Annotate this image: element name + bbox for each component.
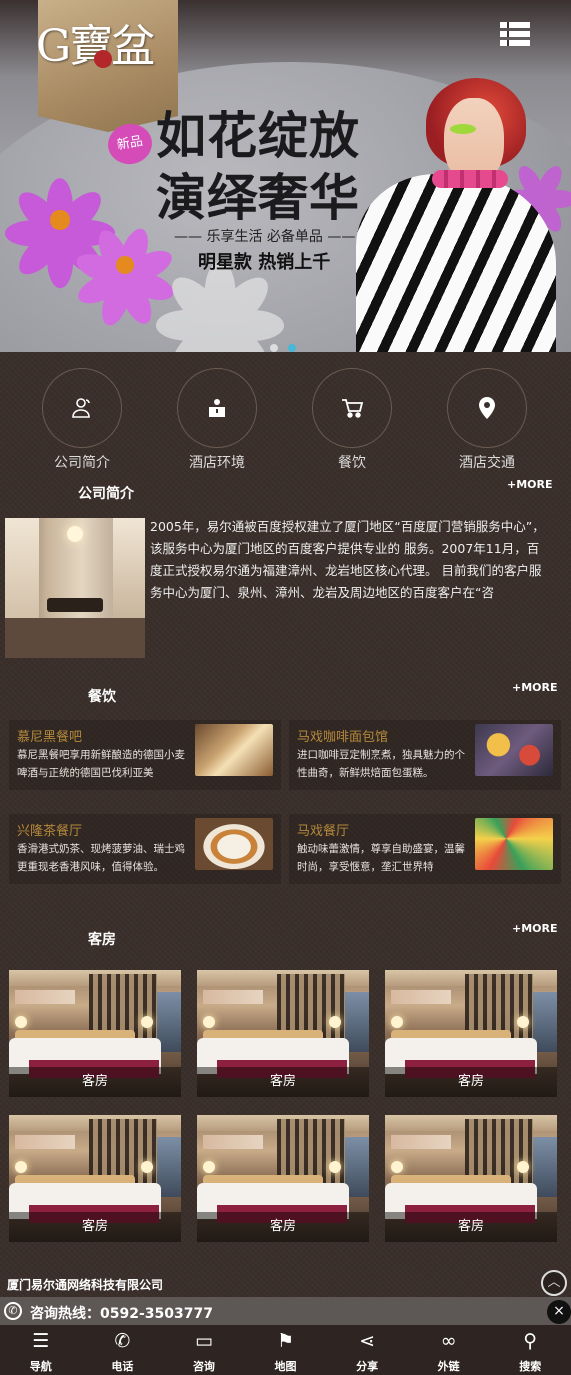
room-card[interactable]: 客房 [197,1115,369,1242]
section-title-rooms: 客房 [88,932,116,948]
room-card[interactable]: 客房 [197,970,369,1097]
bottom-nav-label: 咨询 [192,1360,215,1373]
model-image [356,78,556,352]
section-title-dining: 餐饮 [88,689,116,705]
nav-item-dining[interactable]: 餐饮 [307,368,397,472]
bottom-nav-item-phone[interactable]: ✆ 电话 [82,1325,164,1375]
dining-item-desc: 香滑港式奶茶、现烤菠萝油、瑞士鸡更重现老香港风味，值得体验。 [17,843,185,873]
bottom-nav-label: 外链 [437,1360,460,1373]
about-more-link[interactable]: +MORE [507,478,553,491]
dining-more-link[interactable]: +MORE [512,681,558,694]
about-text: 2005年，易尔通被百度授权建立了厦门地区“百度厦门营销服务中心”，该服务中心为… [150,519,545,600]
site-logo[interactable]: G寶盆 [36,10,155,74]
users-icon [42,368,122,448]
dining-item-name: 马戏咖啡面包馆 [297,730,389,745]
bottom-nav-label: 分享 [356,1360,379,1373]
section-title-about: 公司简介 [78,486,134,502]
hotline-bar[interactable]: ✆ 咨询热线：0592-3503777 [0,1297,571,1325]
bottom-nav-item-share[interactable]: ⋖ 分享 [326,1325,408,1375]
bottom-nav-label: 地图 [274,1360,297,1373]
phone-icon: ✆ [114,1330,131,1352]
banner-tagline: 明星款 热销上千 [198,252,331,273]
dining-item-thumb [475,818,553,870]
dining-item-name: 慕尼黑餐吧 [17,730,83,745]
map-icon: ⚑ [277,1330,295,1352]
hotline-text: 咨询热线：0592-3503777 [30,1306,213,1322]
share-icon: ⋖ [359,1330,376,1352]
slider-dots [270,337,306,352]
menu-icon: ☰ [32,1330,50,1352]
room-card-label: 客房 [9,1212,181,1242]
banner-headline-2: 演绎奢华 [156,168,360,227]
dining-item-desc: 慕尼黑餐吧享用新鲜酿造的德国小麦啤酒与正统的德国巴伐利亚美 [17,749,185,779]
room-card-label: 客房 [197,1067,369,1097]
nav-item-company[interactable]: 公司简介 [37,368,127,472]
logo-stamp [94,50,112,68]
bottom-nav-item-map[interactable]: ⚑ 地图 [245,1325,327,1375]
slider-dot-active[interactable] [288,344,296,352]
hero-banner[interactable]: G寶盆 新品 如花绽放 演绎奢华 —— 乐享生活 必备单品 —— 明星款 热销上… [0,0,571,352]
room-card-label: 客房 [385,1212,557,1242]
bottom-nav-item-link[interactable]: ∞ 外链 [408,1325,490,1375]
back-to-top-icon[interactable]: ︿ [541,1270,567,1296]
room-card-label: 客房 [197,1212,369,1242]
cart-icon [312,368,392,448]
bottom-nav-label: 电话 [111,1360,134,1373]
quick-nav: 公司简介 酒店环境 餐饮 酒店交通 [0,368,571,478]
dining-item-thumb [195,724,273,776]
dining-item[interactable]: 马戏咖啡面包馆 进口咖啡豆定制烹煮，独具魅力的个性曲奇，新鲜烘焙面包蛋糕。 [289,720,561,790]
company-name: 厦门易尔通网络科技有限公司 [7,1278,164,1292]
phone-circle-icon: ✆ [4,1302,22,1320]
room-card[interactable]: 客房 [385,1115,557,1242]
room-card-label: 客房 [385,1067,557,1097]
bottom-nav-item-nav[interactable]: ☰ 导航 [0,1325,82,1375]
dining-item-desc: 进口咖啡豆定制烹煮，独具魅力的个性曲奇，新鲜烘焙面包蛋糕。 [297,749,465,779]
nav-item-transport[interactable]: 酒店交通 [442,368,532,472]
link-icon: ∞ [440,1330,457,1352]
room-card[interactable]: 客房 [9,970,181,1097]
nav-item-label: 酒店环境 [189,455,245,471]
nav-item-label: 酒店交通 [459,455,515,471]
hotel-icon [177,368,257,448]
dining-item[interactable]: 马戏餐厅 触动味蕾激情，尊享自助盛宴，温馨时尚，享受惬意，垄汇世界特 [289,814,561,884]
room-card-label: 客房 [9,1067,181,1097]
rooms-more-link[interactable]: +MORE [512,922,558,935]
room-card[interactable]: 客房 [385,970,557,1097]
close-hotline-button[interactable]: × [547,1300,571,1324]
menu-list-icon[interactable] [500,22,530,46]
nav-item-label: 餐饮 [338,455,366,471]
banner-subtitle: —— 乐享生活 必备单品 —— [174,229,356,245]
nav-item-label: 公司简介 [54,455,110,471]
dining-item[interactable]: 兴隆茶餐厅 香滑港式奶茶、现烤菠萝油、瑞士鸡更重现老香港风味，值得体验。 [9,814,281,884]
dining-item-desc: 触动味蕾激情，尊享自助盛宴，温馨时尚，享受惬意，垄汇世界特 [297,843,465,873]
about-image[interactable] [5,518,145,658]
location-icon [447,368,527,448]
dining-item-thumb [475,724,553,776]
bottom-nav: ☰ 导航 ✆ 电话 ▭ 咨询 ⚑ 地图 ⋖ 分享 ∞ 外链 ⚲ 搜索 [0,1325,571,1375]
bottom-nav-label: 搜索 [519,1360,542,1373]
dining-item-name: 马戏餐厅 [297,824,350,839]
nav-item-hotel-env[interactable]: 酒店环境 [172,368,262,472]
room-card[interactable]: 客房 [9,1115,181,1242]
bottom-nav-label: 导航 [29,1360,52,1373]
chat-icon: ▭ [194,1330,213,1352]
bottom-nav-item-search[interactable]: ⚲ 搜索 [489,1325,571,1375]
dining-item[interactable]: 慕尼黑餐吧 慕尼黑餐吧享用新鲜酿造的德国小麦啤酒与正统的德国巴伐利亚美 [9,720,281,790]
search-icon: ⚲ [523,1330,538,1352]
dining-item-thumb [195,818,273,870]
slider-dot[interactable] [270,344,278,352]
dining-item-name: 兴隆茶餐厅 [17,824,83,839]
bottom-nav-item-consult[interactable]: ▭ 咨询 [163,1325,245,1375]
